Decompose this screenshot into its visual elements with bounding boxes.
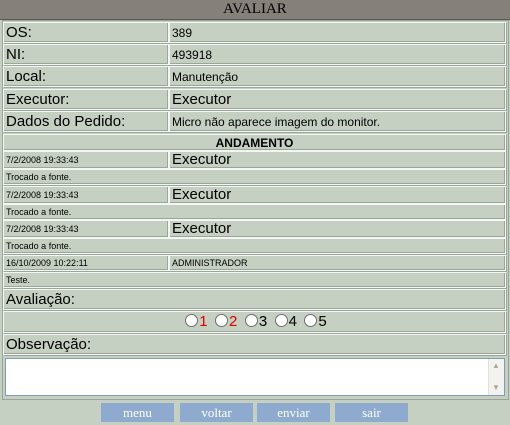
avaliacao-label: Avaliação:: [3, 289, 506, 310]
rating-option-2[interactable]: 2: [212, 313, 237, 330]
textarea-scrollbar[interactable]: ▲ ▼: [488, 359, 504, 395]
radio-button[interactable]: [304, 314, 318, 327]
rating-label: 5: [318, 313, 327, 330]
andamento-datetime: 7/2/2008 19:33:43: [3, 151, 169, 169]
rating-option-5[interactable]: 5: [301, 313, 327, 330]
rating-label: 2: [229, 313, 238, 330]
andamento-executor: ADMINISTRADOR: [169, 255, 506, 271]
executor-value: Executor: [169, 89, 506, 110]
voltar-button[interactable]: voltar: [180, 403, 253, 422]
rating-option-3[interactable]: 3: [242, 313, 267, 330]
os-label: OS:: [3, 22, 169, 43]
scroll-up-icon[interactable]: ▲: [491, 361, 501, 371]
andamento-executor: Executor: [169, 151, 506, 169]
andamento-datetime: 7/2/2008 19:33:43: [3, 186, 169, 204]
andamento-datetime: 7/2/2008 19:33:43: [3, 220, 169, 238]
radio-button[interactable]: [185, 314, 199, 327]
scroll-down-icon[interactable]: ▼: [491, 383, 501, 393]
local-label: Local:: [3, 66, 169, 87]
enviar-button[interactable]: enviar: [257, 403, 330, 422]
window-title: AVALIAR: [0, 0, 510, 20]
rating-group: 1 2 3 4 5: [3, 311, 506, 333]
sair-button[interactable]: sair: [335, 403, 408, 422]
andamento-note: Teste.: [3, 272, 506, 288]
andamento-executor: Executor: [169, 220, 506, 238]
ni-value: 493918: [169, 44, 506, 65]
executor-label: Executor:: [3, 89, 169, 110]
dados-pedido-label: Dados do Pedido:: [3, 111, 169, 132]
radio-button[interactable]: [215, 314, 229, 327]
rating-label: 1: [199, 313, 208, 330]
rating-label: 4: [288, 313, 297, 330]
andamento-executor: Executor: [169, 186, 506, 204]
menu-button[interactable]: menu: [101, 403, 174, 422]
radio-button[interactable]: [244, 314, 258, 327]
os-value: 389: [169, 22, 506, 43]
observacao-label: Observação:: [3, 334, 506, 355]
radio-button[interactable]: [274, 314, 288, 327]
andamento-header: ANDAMENTO: [3, 134, 506, 151]
local-value: Manutenção: [169, 66, 506, 87]
andamento-datetime: 16/10/2009 10:22:11: [3, 255, 169, 271]
rating-label: 3: [258, 313, 268, 330]
ni-label: NI:: [3, 44, 169, 65]
observacao-textarea[interactable]: ▲ ▼: [5, 358, 505, 396]
rating-option-1[interactable]: 1: [182, 313, 208, 330]
andamento-note: Trocado a fonte.: [3, 169, 506, 185]
dados-pedido-value: Micro não aparece imagem do monitor.: [169, 111, 506, 132]
andamento-note: Trocado a fonte.: [3, 238, 506, 254]
rating-option-4[interactable]: 4: [272, 313, 297, 330]
andamento-note: Trocado a fonte.: [3, 204, 506, 220]
